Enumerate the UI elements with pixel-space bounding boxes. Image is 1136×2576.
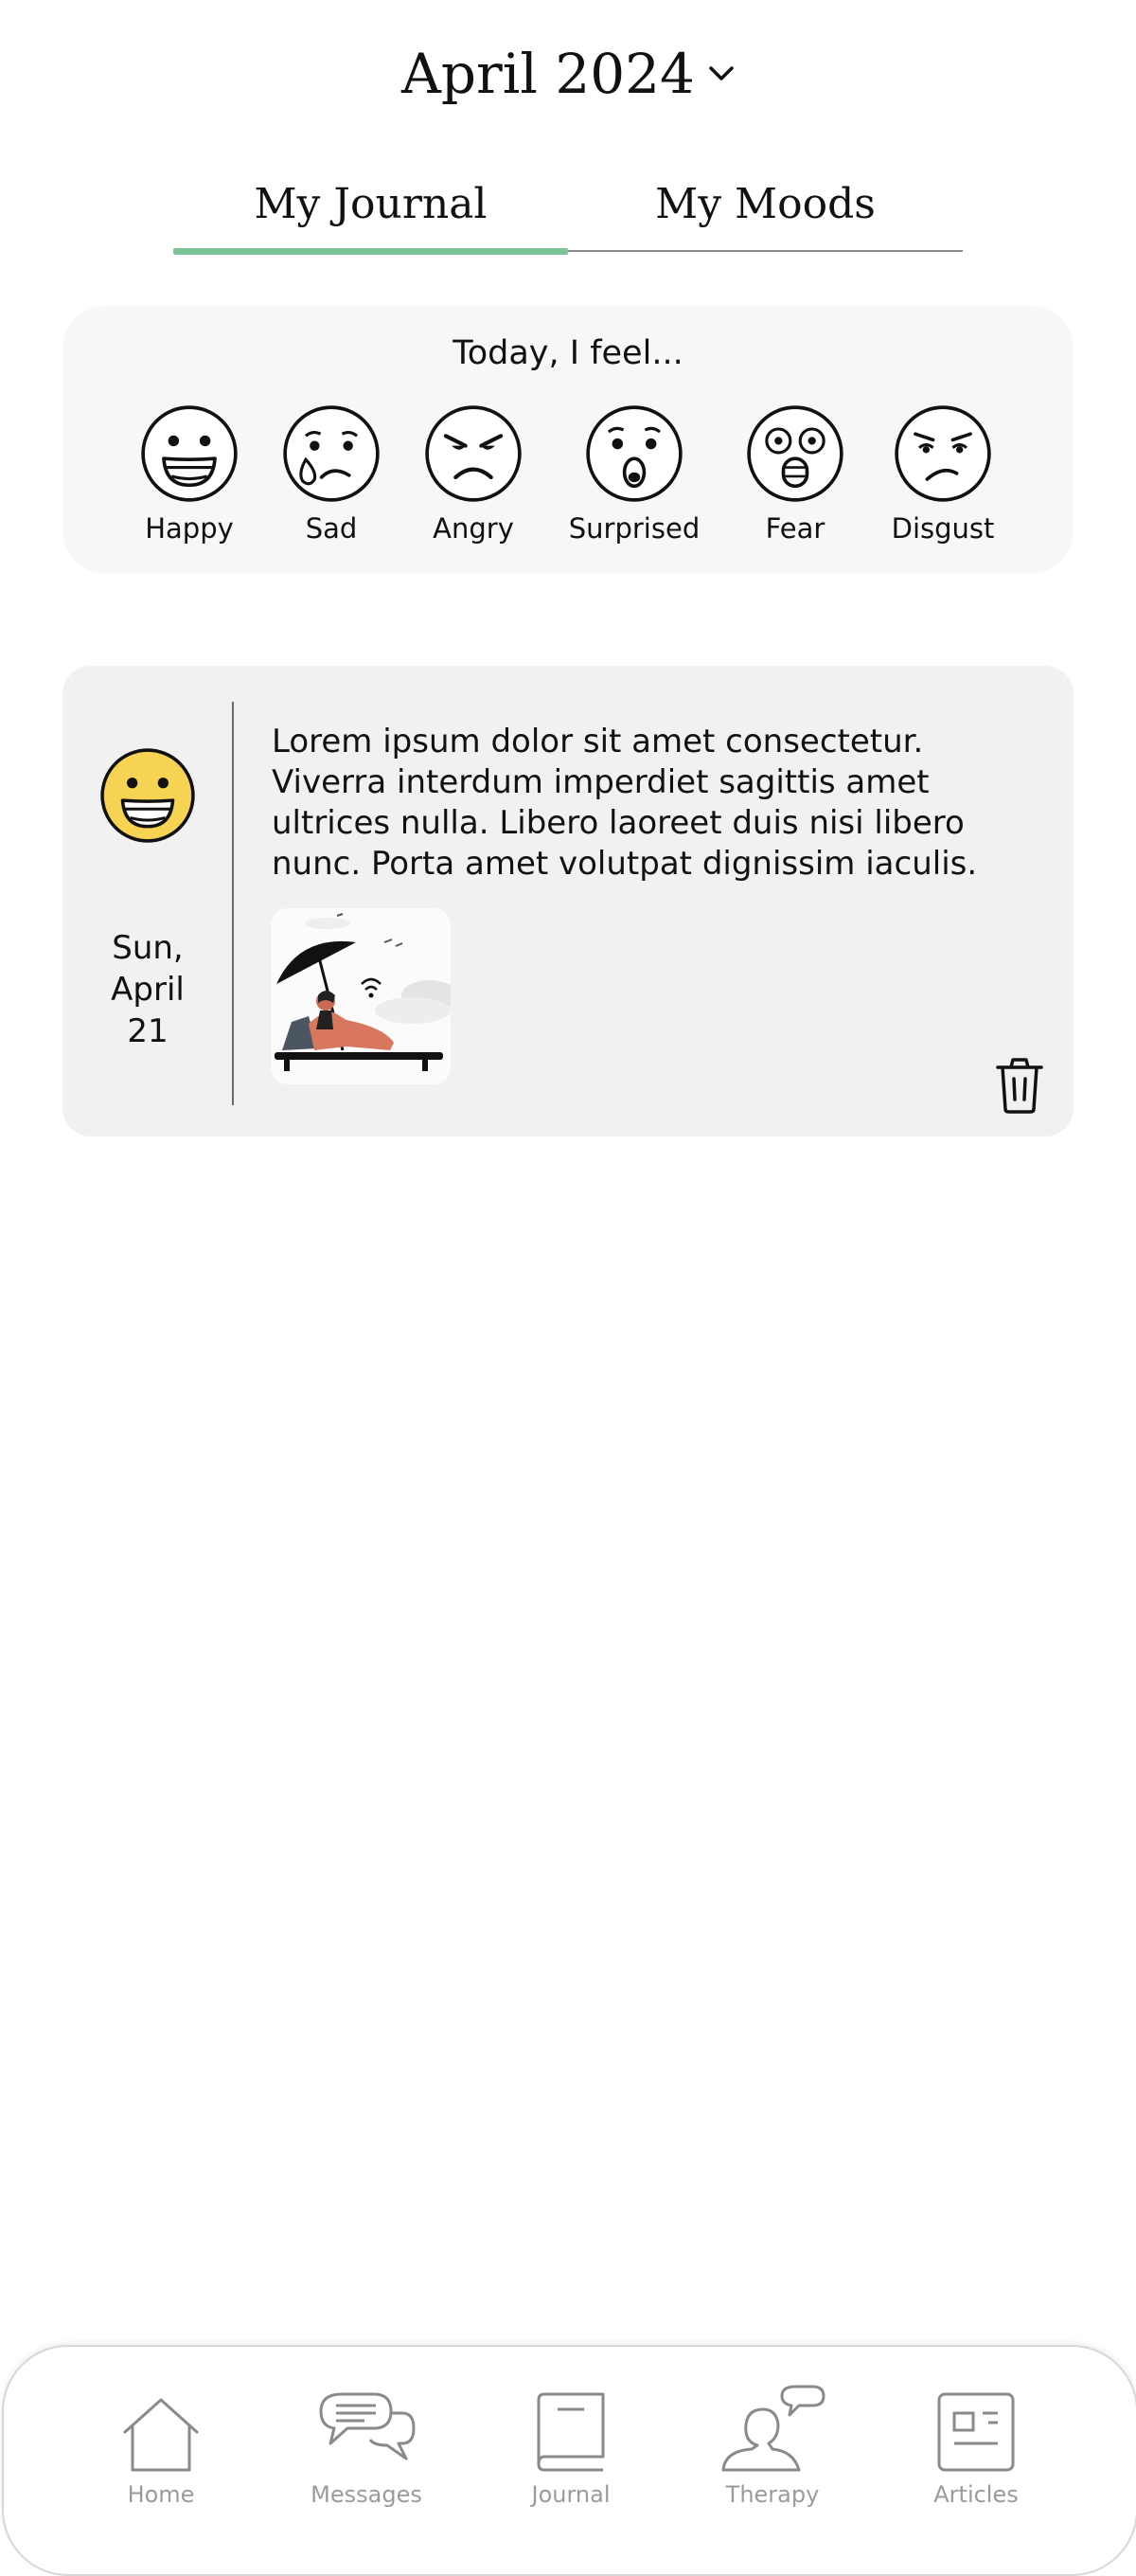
nav-item-journal[interactable]: Journal <box>490 2379 651 2521</box>
entry-date-day: 21 <box>127 1012 169 1050</box>
nav-item-messages[interactable]: Messages <box>286 2379 447 2521</box>
fear-face-icon <box>747 405 843 502</box>
nav-label: Articles <box>933 2481 1019 2508</box>
chevron-down-icon[interactable] <box>708 65 735 82</box>
bottom-nav-bar: Home Messages Journal Therapy Articles <box>2 2345 1136 2576</box>
mood-prompt: Today, I feel... <box>453 334 683 372</box>
tab-my-journal[interactable]: My Journal <box>173 180 568 252</box>
nav-label: Journal <box>531 2481 611 2508</box>
nav-item-articles[interactable]: Articles <box>896 2379 1056 2521</box>
mood-label: Sad <box>305 512 358 545</box>
tab-my-moods[interactable]: My Moods <box>568 180 963 252</box>
happy-face-icon <box>141 405 238 502</box>
home-icon <box>119 2379 203 2474</box>
newspaper-icon <box>935 2379 1017 2474</box>
mood-option-happy[interactable]: Happy <box>118 404 260 565</box>
person-speech-icon <box>719 2379 825 2474</box>
woman-on-sunbed-illustration <box>271 908 451 1084</box>
mood-label: Angry <box>433 512 514 545</box>
tab-label: My Journal <box>254 180 488 228</box>
mood-label: Fear <box>765 512 825 545</box>
mood-option-fear[interactable]: Fear <box>724 404 866 565</box>
entry-date-month: April <box>111 971 185 1009</box>
entry-divider <box>232 702 234 1105</box>
mood-option-disgust[interactable]: Disgust <box>872 404 1014 565</box>
book-icon <box>533 2379 609 2474</box>
mood-picker-card: Today, I feel... Happy Sad Angry Surpris… <box>62 306 1074 574</box>
nav-label: Messages <box>311 2481 422 2508</box>
entry-date: Sun, April 21 <box>62 927 233 1052</box>
mood-label: Disgust <box>891 512 995 545</box>
month-selector[interactable]: April 2024 <box>0 36 1136 112</box>
month-title: April 2024 <box>401 42 695 106</box>
nav-item-home[interactable]: Home <box>80 2379 241 2521</box>
entry-image-thumbnail[interactable] <box>271 908 451 1084</box>
happy-face-icon <box>99 747 196 848</box>
tab-label: My Moods <box>655 180 876 228</box>
mood-label: Surprised <box>568 512 701 545</box>
entry-date-weekday: Sun, <box>112 929 184 967</box>
mood-option-surprised[interactable]: Surprised <box>563 404 705 565</box>
sad-face-icon <box>283 405 380 502</box>
active-tab-indicator <box>173 248 568 255</box>
nav-label: Therapy <box>725 2481 820 2508</box>
mood-label: Happy <box>145 512 234 545</box>
chat-bubbles-icon <box>317 2379 416 2474</box>
trash-icon <box>996 1058 1043 1114</box>
mood-option-angry[interactable]: Angry <box>402 404 544 565</box>
disgust-face-icon <box>895 405 991 502</box>
delete-entry-button[interactable] <box>994 1056 1045 1118</box>
journal-entry-card[interactable]: Sun, April 21 Lorem ipsum dolor sit amet… <box>62 666 1074 1136</box>
surprised-face-icon <box>586 405 683 502</box>
nav-item-therapy[interactable]: Therapy <box>692 2379 853 2521</box>
entry-text: Lorem ipsum dolor sit amet consectetur. … <box>272 723 978 883</box>
mood-option-sad[interactable]: Sad <box>260 404 402 565</box>
nav-label: Home <box>127 2481 195 2508</box>
angry-face-icon <box>425 405 522 502</box>
journal-tabs: My Journal My Moods <box>173 180 963 255</box>
